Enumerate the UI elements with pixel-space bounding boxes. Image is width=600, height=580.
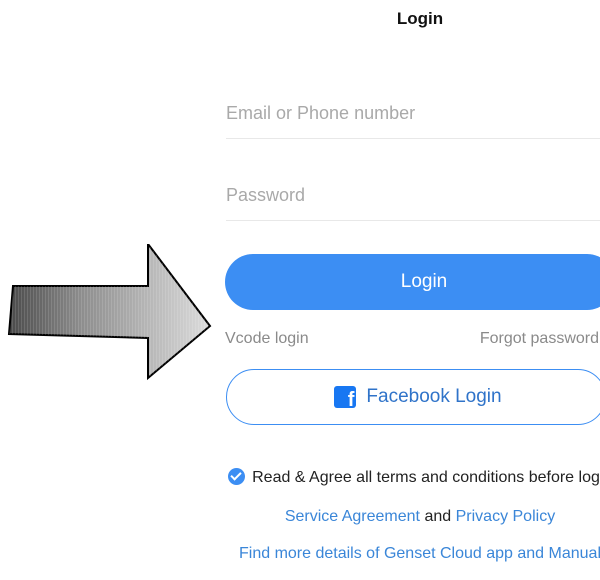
policy-links: Service Agreement and Privacy Policy	[225, 508, 600, 526]
forgot-password-link[interactable]: Forgot password	[480, 330, 599, 348]
right-arrow-annotation-icon	[7, 244, 212, 381]
email-input[interactable]	[226, 88, 600, 138]
privacy-policy-link[interactable]: Privacy Policy	[456, 508, 556, 525]
and-text: and	[424, 508, 452, 525]
facebook-login-label: Facebook Login	[366, 386, 502, 407]
check-circle-icon[interactable]	[227, 468, 245, 485]
page-title: Login	[396, 9, 444, 28]
facebook-icon: f	[334, 386, 357, 411]
password-field-container	[226, 170, 600, 221]
facebook-icon-letter: f	[347, 389, 355, 411]
terms-agreement: Read & Agree all terms and conditions be…	[225, 468, 600, 487]
login-button[interactable]: Login	[225, 254, 600, 310]
find-more-details-link[interactable]: Find more details of Genset Cloud app an…	[225, 544, 600, 563]
terms-agree-text: Read & Agree all terms and conditions be…	[252, 469, 600, 486]
facebook-login-button[interactable]: f Facebook Login	[226, 369, 600, 425]
service-agreement-link[interactable]: Service Agreement	[285, 508, 420, 525]
email-field-container	[226, 88, 600, 139]
vcode-login-link[interactable]: Vcode login	[225, 330, 309, 348]
password-input[interactable]	[226, 170, 600, 220]
